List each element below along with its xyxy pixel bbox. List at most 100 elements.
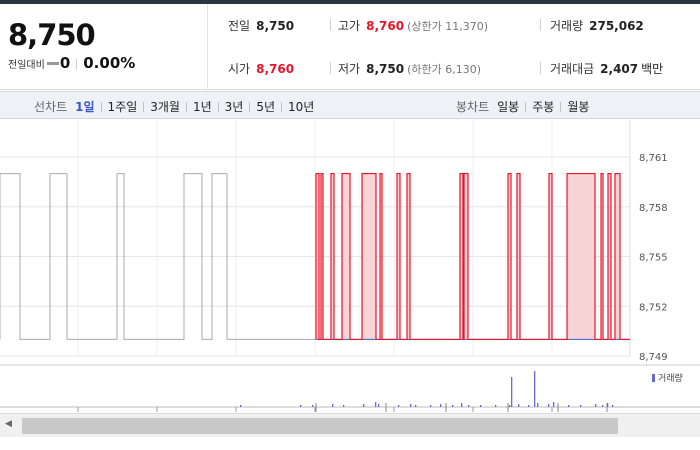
- stat-open: 시가 8,760: [228, 60, 294, 77]
- volume-bar: [534, 371, 536, 407]
- chart-toolbar: 선차트 1일 1주일 3개월 1년 3년 5년 10년 봉차트 일봉 주봉 월봉: [0, 91, 700, 119]
- volume-bar: [452, 405, 454, 407]
- today-high-fill: [342, 173, 350, 340]
- divider: [100, 102, 102, 112]
- y-tick-label: 8,758: [639, 203, 668, 214]
- chart-scrollbar[interactable]: ◀: [0, 413, 700, 437]
- volume-bar: [240, 405, 242, 407]
- current-price: 8,750: [8, 18, 96, 52]
- volume-bar: [430, 405, 432, 407]
- volume-legend-swatch: [652, 374, 655, 382]
- today-high-fill: [567, 173, 595, 340]
- candle-weekly[interactable]: 주봉: [532, 100, 554, 114]
- volume-legend-label: 거래량: [658, 372, 683, 384]
- change-row: 전일대비 0 0.00%: [8, 54, 135, 72]
- price-box: 8,750 전일대비 0 0.00%: [0, 4, 208, 90]
- volume-bar: [343, 405, 345, 407]
- line-chart-title: 선차트: [34, 100, 68, 114]
- divider: [217, 102, 219, 112]
- volume-bar: [518, 404, 520, 407]
- stat-value: 8,760: [256, 62, 295, 76]
- change-value: 0: [59, 54, 71, 72]
- volume-bar: [300, 405, 302, 407]
- volume-bar: [375, 402, 377, 407]
- today-high-fill: [362, 173, 376, 340]
- unchanged-icon: [46, 62, 59, 65]
- volume-bar: [612, 405, 614, 407]
- stat-unit: 백만: [641, 62, 664, 76]
- volume-bar: [468, 405, 470, 407]
- stat-volume: 거래량 275,062: [550, 17, 644, 34]
- volume-bar: [602, 405, 604, 407]
- volume-bar: [595, 404, 597, 407]
- volume-bar: [528, 405, 530, 407]
- volume-bar: [607, 403, 609, 407]
- y-tick-label: 8,761: [639, 153, 668, 164]
- stat-label: 시가: [228, 62, 251, 76]
- upper-limit: (상한가 11,370): [407, 20, 488, 33]
- divider: [281, 102, 283, 112]
- column-divider: [330, 62, 331, 74]
- volume-bar: [312, 405, 314, 407]
- y-tick-label: 8,755: [639, 253, 668, 264]
- column-divider: [540, 62, 541, 74]
- period-1w[interactable]: 1주일: [108, 100, 138, 114]
- lower-limit: (하한가 6,130): [407, 63, 481, 76]
- scroll-left-arrow-icon[interactable]: ◀: [5, 419, 12, 429]
- divider: [525, 102, 527, 112]
- stat-high: 고가 8,760 (상한가 11,370): [338, 17, 488, 34]
- volume-bar: [461, 403, 463, 407]
- volume-bar: [363, 404, 365, 407]
- candle-monthly[interactable]: 월봉: [567, 100, 589, 114]
- candle-daily[interactable]: 일봉: [497, 100, 519, 114]
- period-3y[interactable]: 3년: [225, 100, 244, 114]
- volume-bar: [568, 405, 570, 407]
- today-high-fill: [615, 173, 620, 340]
- candle-chart-periods: 봉차트 일봉 주봉 월봉: [456, 98, 589, 115]
- volume-bar: [332, 404, 334, 407]
- volume-bar: [580, 405, 582, 407]
- volume-bar: [410, 404, 412, 407]
- candle-chart-title: 봉차트: [456, 100, 490, 114]
- change-label: 전일대비: [8, 60, 45, 71]
- divider: [76, 59, 78, 70]
- period-3m[interactable]: 3개월: [150, 100, 180, 114]
- y-tick-label: 8,752: [639, 302, 668, 313]
- volume-bar: [480, 405, 482, 407]
- volume-bar: [495, 405, 497, 407]
- stat-prev-close: 전일 8,750: [228, 17, 294, 34]
- stat-low: 저가 8,750 (하한가 6,130): [338, 60, 481, 77]
- divider: [185, 102, 187, 112]
- period-10y[interactable]: 10년: [288, 100, 314, 114]
- volume-bar: [378, 404, 380, 407]
- stat-amount: 거래대금 2,407 백만: [550, 60, 663, 77]
- volume-bar: [548, 404, 550, 407]
- price-volume-chart: 8,761 8,758 8,755 8,752 8,749 거래량: [0, 120, 700, 412]
- volume-bar: [398, 405, 400, 407]
- scroll-thumb[interactable]: [22, 418, 618, 434]
- line-chart-periods: 선차트 1일 1주일 3개월 1년 3년 5년 10년: [34, 98, 314, 115]
- divider: [560, 102, 562, 112]
- volume-bar: [553, 402, 555, 407]
- stat-value: 8,750: [366, 62, 405, 76]
- volume-bar: [537, 403, 539, 407]
- stat-label: 고가: [338, 19, 361, 33]
- y-tick-label: 8,749: [639, 352, 668, 363]
- volume-bar: [440, 404, 442, 407]
- column-divider: [330, 19, 331, 31]
- stat-label: 거래대금: [550, 62, 595, 76]
- period-5y[interactable]: 5년: [256, 100, 275, 114]
- period-1y[interactable]: 1년: [193, 100, 212, 114]
- change-percent: 0.00%: [83, 54, 136, 72]
- stat-label: 거래량: [550, 19, 584, 33]
- column-divider: [540, 19, 541, 31]
- period-1d[interactable]: 1일: [75, 100, 94, 114]
- quote-panel: 8,750 전일대비 0 0.00% 전일 8,750 시가 8,760 고가 8,760…: [0, 4, 700, 90]
- stat-label: 전일: [228, 19, 251, 33]
- stat-label: 저가: [338, 62, 361, 76]
- volume-bar: [511, 377, 513, 407]
- stat-value: 8,760: [366, 19, 405, 33]
- stat-value: 8,750: [256, 19, 295, 33]
- volume-bar: [509, 405, 511, 407]
- stat-value: 275,062: [589, 19, 644, 33]
